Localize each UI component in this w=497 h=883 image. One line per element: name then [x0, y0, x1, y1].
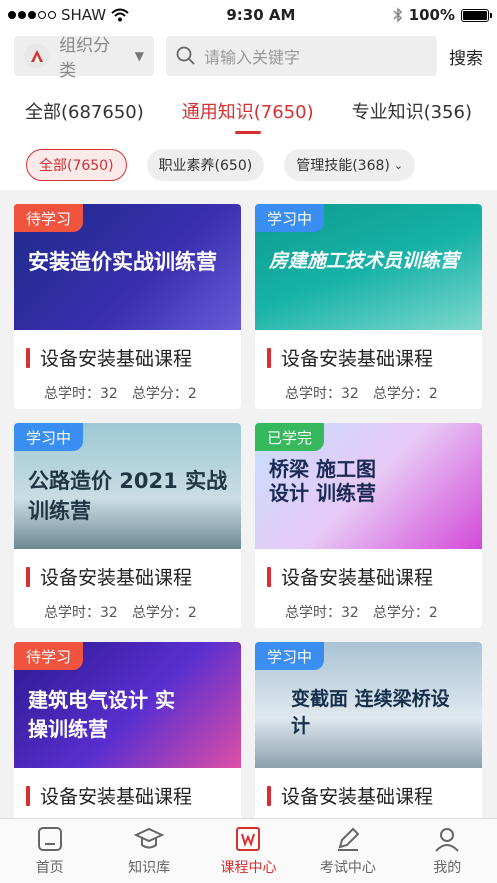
battery-label: 100%: [408, 6, 455, 24]
course-hours: 总学时：32: [44, 386, 118, 402]
chip-professional-quality-label: 职业素养(650): [158, 158, 253, 174]
tab-professional-knowledge[interactable]: 专业知识(356): [352, 92, 472, 130]
course-credits: 总学分：2: [131, 605, 197, 621]
search-row: 组织分类 ▼ 请输入关键字 搜索: [0, 30, 497, 82]
course-thumbnail: 学习中 房建施工技术员训练营: [255, 204, 482, 330]
course-name: 设备安装基础课程: [40, 786, 193, 808]
accent-bar: [26, 785, 30, 806]
status-badge: 学习中: [255, 642, 325, 670]
carrier-label: SHAW: [61, 6, 107, 24]
thumbnail-title: 桥梁 施工图 设计 训练营: [269, 457, 376, 505]
nav-exam-center-label: 考试中心: [319, 860, 376, 876]
course-thumbnail: 已学完 桥梁 施工图 设计 训练营: [255, 423, 482, 549]
status-badge: 已学完: [255, 423, 325, 451]
nav-exam-center[interactable]: 考试中心: [308, 825, 388, 877]
wifi-icon: [111, 8, 129, 22]
nav-mine[interactable]: 我的: [407, 825, 487, 877]
status-badge: 学习中: [14, 423, 84, 451]
course-card[interactable]: 学习中 公路造价 2021 实战训练营 设备安装基础课程 总学时：32 总学分：2: [14, 423, 241, 628]
course-credits: 总学分：2: [372, 386, 438, 402]
graduation-cap-icon: [134, 827, 165, 849]
org-logo-icon: [24, 43, 50, 69]
course-hours: 总学时：32: [285, 386, 359, 402]
status-badge: 学习中: [255, 204, 325, 232]
category-label: 组织分类: [59, 36, 111, 81]
status-bar: SHAW 9:30 AM 100%: [0, 0, 497, 30]
course-name: 设备安装基础课程: [281, 567, 434, 589]
bottom-nav: 首页 知识库 课程中心 考试中心 我的: [0, 818, 497, 883]
course-thumbnail: 待学习 建筑电气设计 实操训练营: [14, 642, 241, 768]
filter-chips: 全部(7650) 职业素养(650) 管理技能(368) ⌄: [0, 140, 497, 190]
course-credits: 总学分：2: [131, 386, 197, 402]
pen-icon: [337, 827, 360, 851]
clock: 9:30 AM: [226, 6, 296, 24]
course-name: 设备安装基础课程: [40, 348, 193, 370]
course-hours: 总学时：32: [44, 605, 118, 621]
nav-mine-label: 我的: [433, 860, 462, 876]
chip-management-skills-label: 管理技能(368): [296, 158, 390, 174]
chip-all-label: 全部(7650): [39, 158, 114, 174]
home-icon: [37, 827, 62, 851]
status-badge: 待学习: [14, 642, 84, 670]
course-credits: 总学分：2: [372, 605, 438, 621]
course-thumbnail: 待学习 安装造价实战训练营: [14, 204, 241, 330]
course-card[interactable]: 学习中 变截面 连续梁桥设计 设备安装基础课程: [255, 642, 482, 847]
chip-all[interactable]: 全部(7650): [26, 149, 127, 181]
search-icon: [176, 46, 195, 65]
course-thumbnail: 学习中 公路造价 2021 实战训练营: [14, 423, 241, 549]
search-input[interactable]: 请输入关键字: [166, 36, 437, 76]
chip-professional-quality[interactable]: 职业素养(650): [146, 149, 265, 181]
nav-course-center-label: 课程中心: [220, 860, 277, 876]
nav-knowledge[interactable]: 知识库: [109, 825, 189, 877]
status-badge: 待学习: [14, 204, 84, 232]
thumbnail-title: 建筑电气设计 实操训练营: [28, 688, 175, 741]
signal-icon: [8, 11, 56, 19]
status-right: 100%: [393, 6, 492, 24]
course-name: 设备安装基础课程: [281, 786, 434, 808]
nav-home[interactable]: 首页: [10, 825, 90, 877]
accent-bar: [267, 347, 271, 368]
course-hours: 总学时：32: [285, 605, 359, 621]
user-icon: [435, 828, 459, 852]
tab-general-knowledge[interactable]: 通用知识(7650): [182, 92, 314, 134]
thumbnail-title: 安装造价实战训练营: [28, 250, 217, 274]
accent-bar: [267, 566, 271, 587]
chevron-down-icon: ⌄: [393, 158, 404, 172]
course-card[interactable]: 待学习 安装造价实战训练营 设备安装基础课程 总学时：32 总学分：2: [14, 204, 241, 409]
course-thumbnail: 学习中 变截面 连续梁桥设计: [255, 642, 482, 768]
course-name: 设备安装基础课程: [281, 348, 434, 370]
thumbnail-title: 公路造价 2021 实战训练营: [28, 469, 228, 523]
search-button[interactable]: 搜索: [449, 44, 483, 69]
accent-bar: [26, 347, 30, 368]
accent-bar: [26, 566, 30, 587]
status-left: SHAW: [8, 6, 129, 24]
course-icon: [236, 827, 261, 851]
nav-course-center[interactable]: 课程中心: [208, 825, 288, 877]
course-card[interactable]: 学习中 房建施工技术员训练营 设备安装基础课程 总学时：32 总学分：2: [255, 204, 482, 409]
tab-all[interactable]: 全部(687650): [25, 92, 144, 130]
thumbnail-title: 房建施工技术员训练营: [269, 250, 460, 272]
course-card[interactable]: 待学习 建筑电气设计 实操训练营 设备安装基础课程: [14, 642, 241, 847]
course-grid: 待学习 安装造价实战训练营 设备安装基础课程 总学时：32 总学分：2 学习中 房…: [0, 190, 497, 847]
bluetooth-icon: [393, 7, 402, 23]
search-placeholder: 请输入关键字: [204, 48, 301, 67]
course-card[interactable]: 已学完 桥梁 施工图 设计 训练营 设备安装基础课程 总学时：32 总学分：2: [255, 423, 482, 628]
course-name: 设备安装基础课程: [40, 567, 193, 589]
nav-home-label: 首页: [35, 860, 64, 876]
chip-management-skills[interactable]: 管理技能(368) ⌄: [284, 149, 416, 181]
nav-knowledge-label: 知识库: [128, 860, 171, 876]
category-select[interactable]: 组织分类 ▼: [14, 36, 154, 81]
thumbnail-title: 变截面 连续梁桥设计: [291, 688, 450, 737]
accent-bar: [267, 785, 271, 806]
knowledge-tabs: 全部(687650) 通用知识(7650) 专业知识(356): [0, 82, 497, 140]
chevron-down-icon: ▼: [134, 49, 144, 63]
battery-icon: [461, 8, 492, 22]
